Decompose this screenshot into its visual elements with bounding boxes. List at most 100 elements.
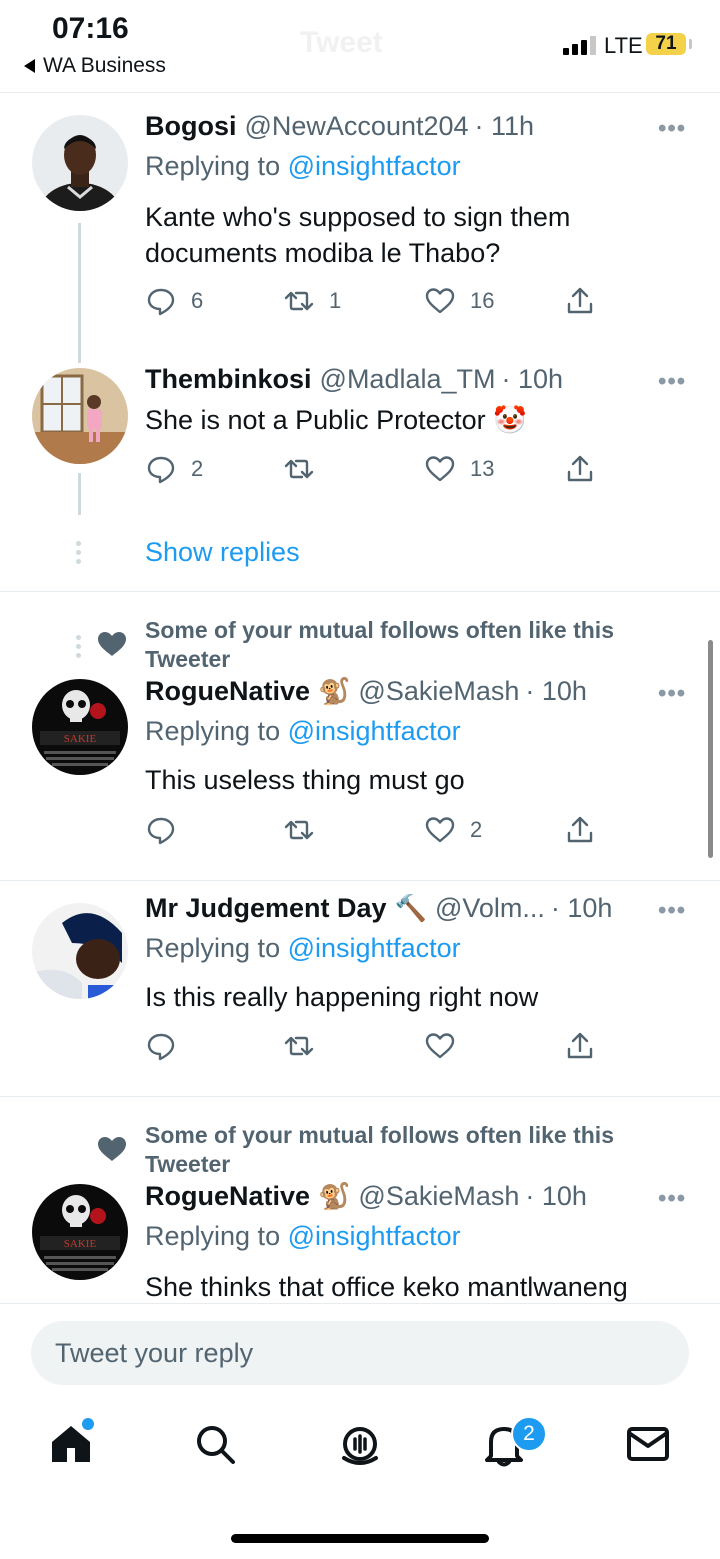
tweet-reply-input[interactable]: Tweet your reply — [31, 1321, 689, 1385]
reply-timeline[interactable]: Bogosi @NewAccount204 · 11h ••• Replying… — [0, 93, 720, 1303]
show-replies-link[interactable]: Show replies — [145, 537, 300, 568]
tweet-actions — [145, 1030, 605, 1062]
heart-icon — [98, 632, 126, 656]
heart-icon — [425, 817, 455, 843]
reply-button[interactable]: 6 — [145, 285, 203, 317]
avatar[interactable] — [32, 368, 128, 464]
replying-handle-link[interactable]: @insightfactor — [288, 716, 461, 746]
tweet-roguenative[interactable]: Some of your mutual follows often like t… — [0, 592, 720, 880]
display-name[interactable]: RogueNative — [145, 676, 310, 707]
share-icon — [567, 1032, 593, 1059]
avatar[interactable]: SAKIE — [32, 1184, 128, 1280]
tab-search[interactable] — [191, 1420, 239, 1468]
home-indicator[interactable] — [231, 1534, 489, 1543]
replying-handle-link[interactable]: @insightfactor — [288, 151, 461, 181]
more-options-icon[interactable]: ••• — [658, 897, 686, 925]
replying-prefix: Replying to — [145, 1221, 281, 1251]
share-icon — [567, 455, 593, 482]
more-options-icon[interactable]: ••• — [658, 1185, 686, 1213]
share-button[interactable] — [564, 285, 596, 317]
tweet-mr-judgement-day[interactable]: Mr Judgement Day 🔨 @Volm... · 10h ••• Re… — [0, 881, 720, 1096]
display-name[interactable]: Bogosi — [145, 111, 237, 142]
name-emoji: 🐒 — [318, 1181, 351, 1211]
share-icon — [567, 287, 593, 314]
display-name[interactable]: Thembinkosi — [145, 364, 312, 395]
replying-to: Replying to @insightfactor — [145, 151, 461, 182]
tweet-header: Bogosi @NewAccount204 · 11h — [145, 111, 534, 142]
status-bar: 07:16 WA Business Tweet LTE 71 — [0, 0, 720, 92]
thread-dots — [76, 541, 81, 568]
tweet-header: Thembinkosi @Madlala_TM · 10h — [145, 364, 563, 395]
replying-to: Replying to @insightfactor — [145, 1221, 461, 1252]
reply-button[interactable] — [145, 1030, 191, 1062]
like-button[interactable] — [424, 1030, 470, 1062]
retweet-count: 1 — [329, 288, 342, 313]
reply-button[interactable] — [145, 814, 191, 846]
like-button[interactable]: 2 — [424, 814, 482, 846]
user-handle[interactable]: @SakieMash — [358, 676, 519, 707]
like-button[interactable]: 16 — [424, 285, 494, 317]
signal-icon — [563, 36, 596, 55]
avatar-text: SAKIE — [64, 1238, 97, 1250]
user-handle[interactable]: @Madlala_TM — [320, 364, 496, 395]
tab-messages[interactable] — [624, 1420, 672, 1468]
user-handle[interactable]: @Volm... — [435, 893, 545, 924]
heart-icon — [425, 456, 455, 482]
display-name[interactable]: RogueNative — [145, 1181, 310, 1212]
replying-to: Replying to @insightfactor — [145, 933, 461, 964]
retweet-button[interactable] — [283, 453, 329, 485]
user-handle[interactable]: @NewAccount204 — [245, 111, 469, 142]
retweet-button[interactable]: 1 — [283, 285, 341, 317]
replying-to: Replying to @insightfactor — [145, 716, 461, 747]
retweet-icon — [284, 291, 314, 311]
reply-icon — [147, 288, 175, 316]
tweet-actions: 6 1 16 — [145, 285, 605, 317]
tweet-actions: 2 — [145, 814, 605, 846]
tweet-text: She thinks that office keko mantlwaneng — [145, 1272, 628, 1302]
reply-button[interactable]: 2 — [145, 453, 203, 485]
more-options-icon[interactable]: ••• — [658, 680, 686, 708]
tab-spaces[interactable] — [336, 1420, 384, 1468]
user-handle[interactable]: @SakieMash — [358, 1181, 519, 1212]
replying-prefix: Replying to — [145, 151, 281, 181]
battery-icon: 71 — [646, 33, 686, 55]
share-button[interactable] — [564, 453, 596, 485]
heart-icon — [98, 1137, 126, 1161]
tweet-text: She is not a Public Protector 🤡 — [145, 405, 527, 435]
messages-icon — [627, 1427, 669, 1461]
tweet-roguenative-2[interactable]: Some of your mutual follows often like t… — [0, 1097, 720, 1303]
tweet-time: · 10h — [550, 893, 613, 923]
tweet-thembinkosi[interactable]: Thembinkosi @Madlala_TM · 10h ••• She is… — [0, 348, 720, 658]
tweet-time: · 10h — [525, 676, 587, 706]
scrollbar[interactable] — [708, 640, 713, 858]
back-app-label: WA Business — [43, 54, 166, 77]
replying-prefix: Replying to — [145, 933, 281, 963]
avatar[interactable]: SAKIE — [32, 679, 128, 775]
tweet-header: RogueNative 🐒 @SakieMash · 10h — [145, 1181, 587, 1212]
thread-line — [78, 223, 81, 363]
reply-count: 6 — [191, 288, 204, 313]
share-button[interactable] — [564, 1030, 596, 1062]
like-count: 16 — [470, 288, 495, 313]
more-options-icon[interactable]: ••• — [658, 368, 686, 396]
retweet-button[interactable] — [283, 814, 329, 846]
share-button[interactable] — [564, 814, 596, 846]
retweet-icon — [284, 1036, 314, 1056]
name-emoji: 🔨 — [394, 893, 427, 923]
avatar[interactable] — [32, 115, 128, 211]
like-count: 2 — [470, 817, 483, 842]
network-label: LTE — [604, 33, 643, 58]
replying-handle-link[interactable]: @insightfactor — [288, 933, 461, 963]
like-button[interactable]: 13 — [424, 453, 494, 485]
more-options-icon[interactable]: ••• — [658, 115, 686, 143]
home-new-indicator — [82, 1418, 94, 1430]
avatar[interactable] — [32, 903, 128, 999]
retweet-button[interactable] — [283, 1030, 329, 1062]
heart-icon — [425, 1033, 455, 1059]
heart-icon — [425, 288, 455, 314]
display-name[interactable]: Mr Judgement Day — [145, 893, 387, 924]
back-to-app-button[interactable]: WA Business — [24, 54, 166, 78]
replying-handle-link[interactable]: @insightfactor — [288, 1221, 461, 1251]
tweet-header: RogueNative 🐒 @SakieMash · 10h — [145, 676, 587, 707]
tweet-bogosi[interactable]: Bogosi @NewAccount204 · 11h ••• Replying… — [0, 93, 720, 363]
